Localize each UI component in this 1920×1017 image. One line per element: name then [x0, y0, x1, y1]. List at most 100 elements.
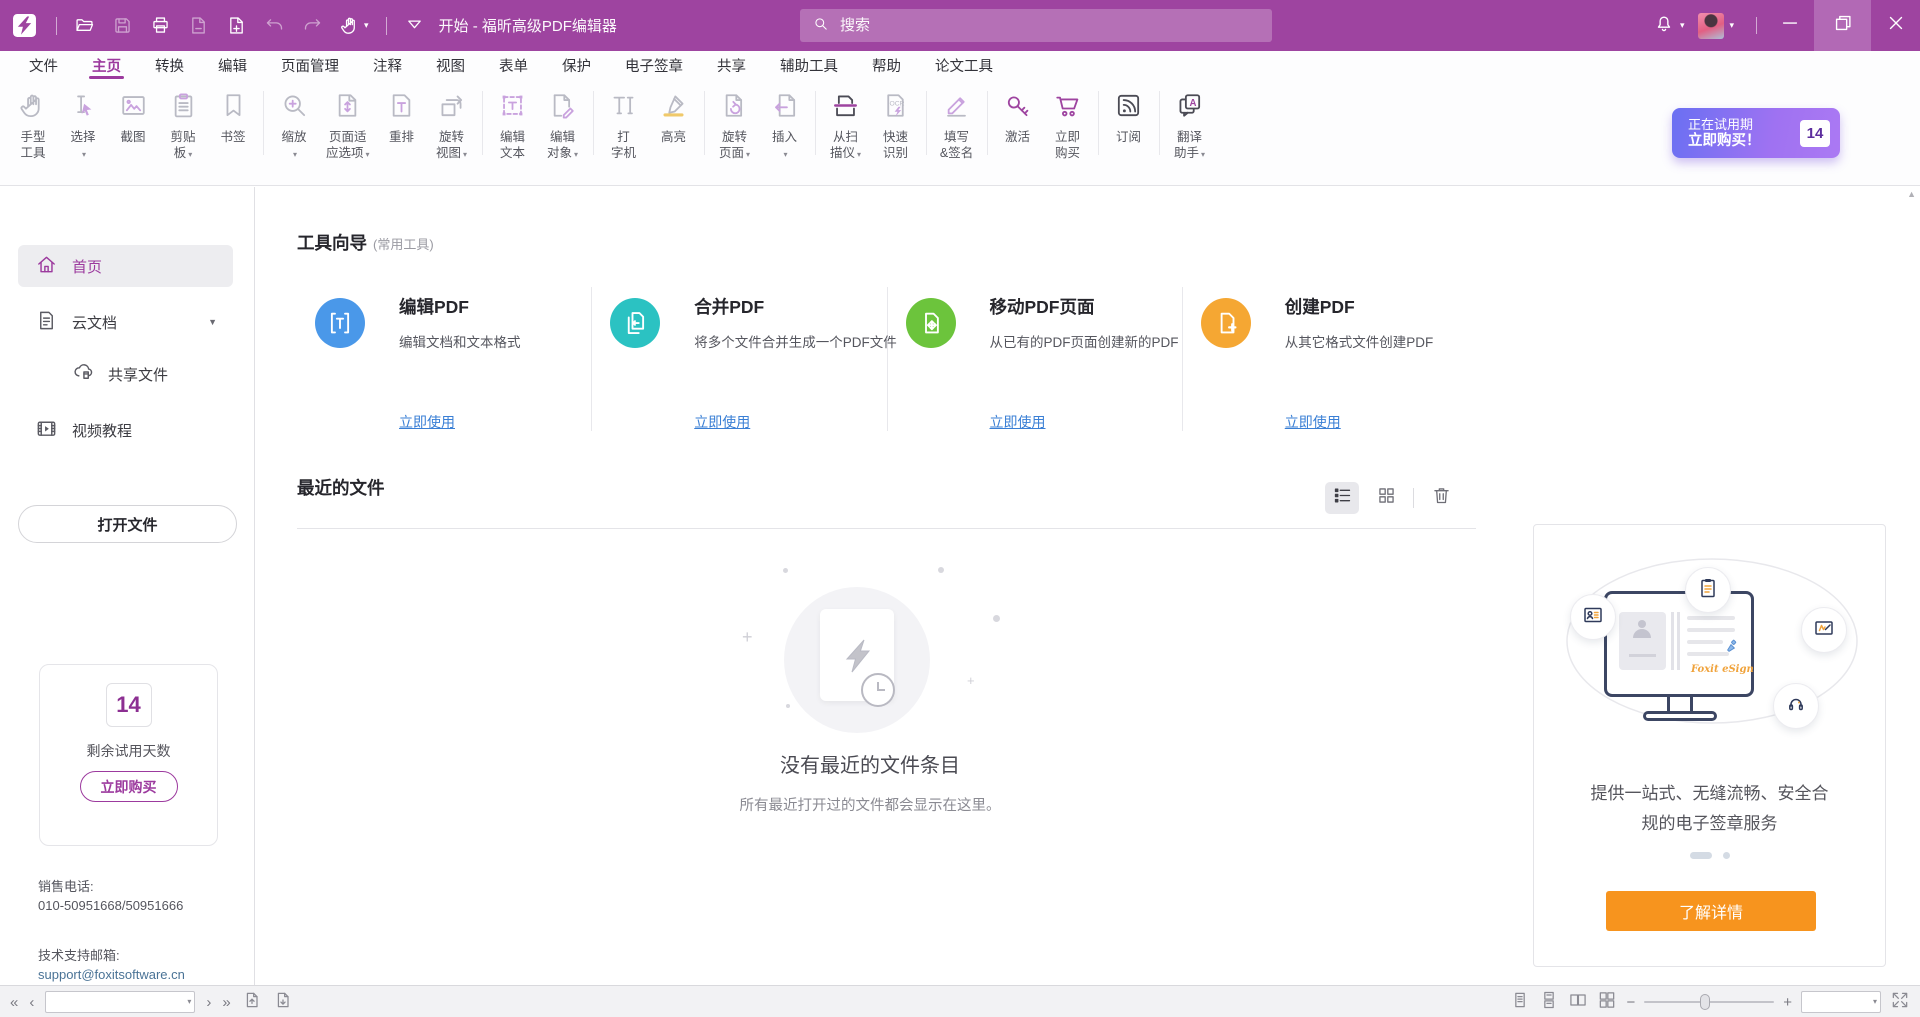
svg-text:A: A — [1190, 98, 1197, 109]
trial-panel: 14 剩余试用天数 立即购买 — [39, 664, 218, 846]
ribbon-select-button[interactable]: 选择▾ — [58, 87, 108, 163]
tab-view[interactable]: 视图 — [419, 51, 482, 79]
sidebar-item-cloud-docs[interactable]: 云文档▼ — [18, 301, 233, 343]
ribbon-toolbar: 手型工具选择▾截图剪贴板▾ 书签缩放▾页面适应选项▾重排旋转视图▾编辑文本编辑对象… — [0, 79, 1920, 186]
restore-button[interactable] — [1814, 0, 1871, 51]
sales-phone-label: 销售电话: — [38, 876, 94, 895]
ribbon-translate-button[interactable]: A翻译助手▾ — [1165, 87, 1215, 163]
buy-now-button[interactable]: 立即购买 — [80, 771, 178, 802]
ribbon-buy-now-button[interactable]: 立即购买 — [1043, 87, 1093, 161]
ribbon-fill-sign-button[interactable]: 填写&签名 — [932, 87, 982, 161]
trial-purchase-badge[interactable]: 正在试用期 立即购买！ 14 — [1672, 108, 1840, 158]
caret-down-icon[interactable]: ▾ — [187, 997, 191, 1006]
ribbon-from-scanner-button[interactable]: 从扫描仪▾ — [821, 87, 871, 163]
use-now-link[interactable]: 立即使用 — [1285, 412, 1341, 432]
use-now-link[interactable]: 立即使用 — [990, 412, 1046, 432]
tab-page-manage[interactable]: 页面管理 — [264, 51, 356, 79]
zoom-slider[interactable] — [1644, 1001, 1774, 1003]
ribbon-clipboard-button[interactable]: 剪贴板▾ — [158, 87, 208, 163]
single-page-view-button[interactable] — [1510, 990, 1530, 1015]
ribbon-activate-button[interactable]: 激活 — [993, 87, 1043, 145]
search-input[interactable] — [838, 16, 1260, 35]
use-now-link[interactable]: 立即使用 — [694, 412, 750, 432]
ribbon-bookmark-button[interactable]: 书签 — [208, 87, 258, 145]
tab-paper-tools[interactable]: 论文工具 — [918, 51, 1010, 79]
scrollbar-up-arrow[interactable]: ▲ — [1907, 189, 1916, 199]
continuous-facing-view-button[interactable] — [1597, 990, 1617, 1015]
zoom-in-button[interactable]: + — [1783, 995, 1792, 1010]
tab-home[interactable]: 主页 — [75, 51, 138, 79]
hand-quick-quick-button[interactable]: ▾ — [340, 15, 369, 36]
open-file-button[interactable]: 打开文件 — [18, 505, 237, 543]
tab-edit[interactable]: 编辑 — [201, 51, 264, 79]
global-search[interactable] — [800, 9, 1272, 42]
open-quick-button[interactable] — [74, 15, 95, 36]
collapse-toolbar-quick-button[interactable] — [404, 15, 425, 36]
zoom-percent-input[interactable] — [1801, 991, 1881, 1013]
use-now-link[interactable]: 立即使用 — [399, 412, 455, 432]
sidebar-item-video-tutorials[interactable]: 视频教程 — [18, 409, 233, 451]
print-quick-button[interactable] — [150, 15, 171, 36]
close-button[interactable] — [1871, 0, 1920, 51]
page-number-input[interactable] — [45, 991, 195, 1013]
tab-accessibility[interactable]: 辅助工具 — [763, 51, 855, 79]
next-page-button[interactable]: › — [206, 995, 211, 1010]
new-doc-quick-button[interactable] — [226, 15, 247, 36]
caret-down-icon: ▾ — [188, 150, 192, 159]
list-view-button[interactable] — [1325, 482, 1359, 514]
ribbon-edit-text-button[interactable]: 编辑文本 — [488, 87, 538, 161]
notifications-button[interactable]: ▾ — [1653, 12, 1685, 39]
ribbon-typewriter-button[interactable]: 打字机 — [599, 87, 649, 161]
tab-form[interactable]: 表单 — [482, 51, 545, 79]
tab-protect[interactable]: 保护 — [545, 51, 608, 79]
ribbon-insert-button[interactable]: 插入▾ — [760, 87, 810, 163]
previous-view-button[interactable] — [242, 990, 262, 1015]
tab-share[interactable]: 共享 — [700, 51, 763, 79]
ribbon-edit-object-button[interactable]: 编辑对象▾ — [538, 87, 588, 163]
tab-esign[interactable]: 电子签章 — [608, 51, 700, 79]
app-logo — [10, 11, 39, 40]
grid-view-button[interactable] — [1369, 482, 1403, 514]
zoom-slider-thumb[interactable] — [1700, 994, 1710, 1010]
previous-page-button[interactable]: ‹ — [29, 995, 34, 1010]
ribbon-fit-page-button[interactable]: 页面适应选项▾ — [319, 87, 377, 163]
support-email-link[interactable]: support@foxitsoftware.cn — [38, 967, 185, 982]
ribbon-highlight-button[interactable]: 高亮 — [649, 87, 699, 145]
ribbon-quick-ocr-button[interactable]: OCR快速识别 — [871, 87, 921, 161]
tab-comment[interactable]: 注释 — [356, 51, 419, 79]
continuous-view-button[interactable] — [1539, 990, 1559, 1015]
undo-quick-button[interactable] — [264, 15, 285, 36]
ribbon-hand-tool-button[interactable]: 手型工具 — [8, 87, 58, 161]
carousel-dot-active[interactable] — [1690, 852, 1712, 859]
caret-down-icon[interactable]: ▾ — [1873, 997, 1877, 1006]
account-menu[interactable]: ▾ — [1698, 13, 1734, 39]
ribbon-snapshot-button[interactable]: 截图 — [108, 87, 158, 145]
sidebar-item-shared-files[interactable]: 共享文件 — [18, 353, 233, 395]
zoom-out-button[interactable]: − — [1626, 995, 1635, 1010]
tab-file[interactable]: 文件 — [12, 51, 75, 79]
clear-recent-button[interactable] — [1424, 482, 1458, 514]
save-quick-button[interactable] — [112, 15, 133, 36]
tab-help[interactable]: 帮助 — [855, 51, 918, 79]
first-page-button[interactable]: « — [10, 995, 18, 1010]
redo-quick-button[interactable] — [302, 15, 323, 36]
facing-view-button[interactable] — [1568, 990, 1588, 1015]
last-page-button[interactable]: » — [222, 995, 230, 1010]
ribbon-rotate-pages-button[interactable]: 旋转页面▾ — [710, 87, 760, 163]
tab-convert[interactable]: 转换 — [138, 51, 201, 79]
next-view-button[interactable] — [273, 990, 293, 1015]
ribbon-rotate-view-button[interactable]: 旋转视图▾ — [427, 87, 477, 163]
ribbon-zoom-button[interactable]: 缩放▾ — [269, 87, 319, 163]
ribbon-clipboard-label: 剪贴板▾ — [170, 129, 195, 163]
trash-icon — [1431, 485, 1452, 511]
learn-more-button[interactable]: 了解详情 — [1606, 891, 1816, 931]
carousel-dot[interactable] — [1723, 852, 1730, 859]
ribbon-reflow-button[interactable]: 重排 — [377, 87, 427, 145]
ribbon-subscribe-button[interactable]: 订阅 — [1104, 87, 1154, 145]
divider — [1671, 612, 1674, 670]
minimize-button[interactable] — [1765, 0, 1814, 51]
sidebar-item-home[interactable]: 首页 — [18, 245, 233, 287]
close-doc-quick-button[interactable] — [188, 15, 209, 36]
avatar[interactable] — [1698, 13, 1724, 39]
fullscreen-icon[interactable] — [1890, 990, 1910, 1015]
